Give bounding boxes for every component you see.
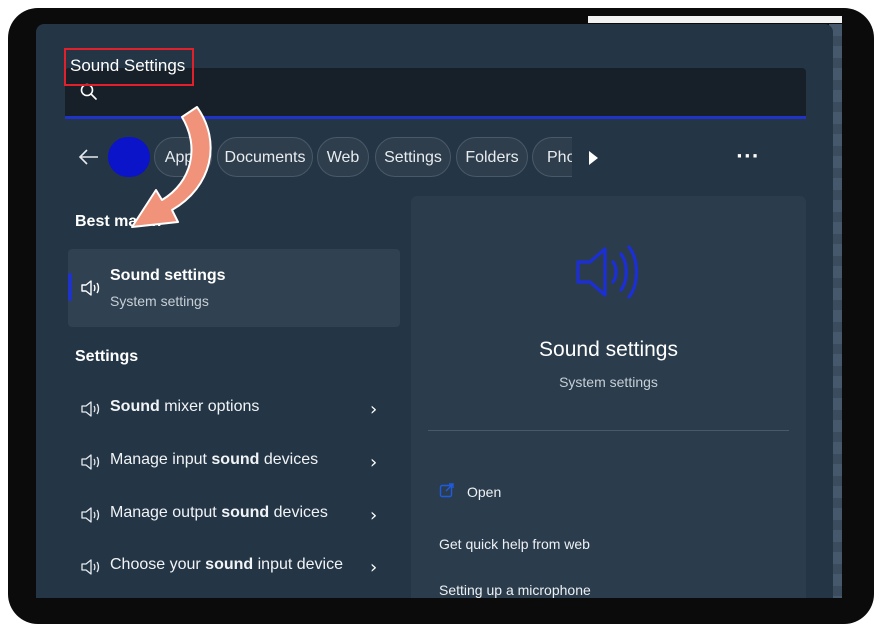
settings-item-input-devices[interactable]: Manage input sound devices › — [68, 438, 400, 486]
best-match-item[interactable]: Sound settings System settings — [68, 249, 400, 327]
action-setup-microphone[interactable]: Setting up a microphone — [439, 582, 591, 598]
settings-item-label: Manage output sound devices — [110, 504, 328, 521]
settings-item-label: Manage input sound devices — [110, 451, 319, 468]
action-quick-help[interactable]: Get quick help from web — [439, 536, 590, 552]
detail-title: Sound settings — [539, 338, 678, 361]
scroll-filters-right-icon[interactable] — [589, 151, 598, 165]
detail-pane: Sound settings System settings Open Get … — [411, 196, 806, 598]
filter-folders[interactable]: Folders — [456, 137, 528, 177]
selection-indicator — [68, 273, 72, 301]
back-arrow-icon[interactable] — [76, 144, 102, 170]
divider — [428, 430, 789, 431]
settings-heading: Settings — [75, 348, 139, 365]
action-open[interactable]: Open — [467, 484, 501, 500]
speaker-icon — [81, 401, 100, 417]
best-match-subtitle: System settings — [110, 293, 209, 309]
chevron-right-icon: › — [370, 399, 378, 420]
chevron-right-icon: › — [370, 557, 378, 578]
filter-photos[interactable]: Pho — [532, 137, 572, 177]
speaker-icon — [81, 280, 100, 296]
detail-subtitle: System settings — [559, 374, 658, 390]
chevron-right-icon: › — [370, 452, 378, 473]
speaker-icon — [81, 559, 100, 575]
settings-item-output-devices[interactable]: Manage output sound devices › — [68, 491, 400, 539]
settings-item-label: Sound mixer options — [110, 398, 260, 415]
best-match-title: Sound settings — [110, 267, 226, 284]
chevron-right-icon: › — [370, 505, 378, 526]
annotation-arrow-icon — [131, 106, 212, 228]
filter-web[interactable]: Web — [317, 137, 369, 177]
settings-item-input-device[interactable]: Choose your sound input device › — [68, 543, 400, 591]
background-window-edge — [588, 16, 842, 23]
speaker-icon — [81, 454, 100, 470]
more-options-button[interactable]: ··· — [736, 146, 760, 167]
filter-settings[interactable]: Settings — [375, 137, 451, 177]
search-highlight-box — [64, 48, 194, 86]
settings-item-label: Choose your sound input device — [110, 556, 344, 573]
speaker-icon — [81, 507, 100, 523]
open-icon — [439, 483, 454, 498]
settings-item-sound-mixer[interactable]: Sound mixer options › — [68, 385, 400, 433]
speaker-large-icon — [576, 245, 639, 299]
filter-documents[interactable]: Documents — [217, 137, 313, 177]
